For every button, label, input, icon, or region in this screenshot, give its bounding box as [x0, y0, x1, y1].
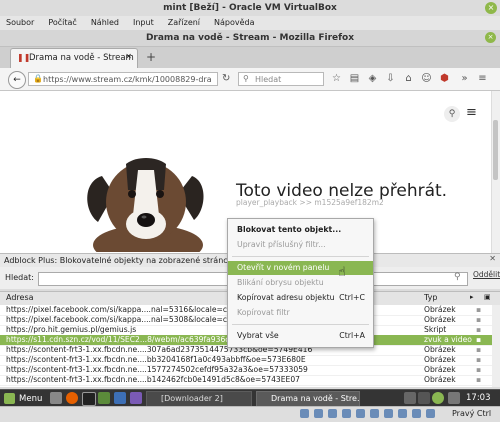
vbox-menu-devices[interactable]: Zařízení — [168, 16, 200, 30]
vbox-menu-machine[interactable]: Počítač — [48, 16, 77, 30]
context-menu: Blokovat tento objekt... Upravit přísluš… — [227, 218, 374, 348]
terminal-launcher-icon[interactable] — [82, 392, 96, 406]
overflow-icon[interactable]: » — [458, 72, 471, 86]
taskbar-window-firefox[interactable]: Drama na vodě - Stre... — [256, 391, 360, 407]
search-placeholder: Hledat — [255, 75, 282, 84]
tray-icon[interactable] — [404, 392, 416, 404]
video-capture-icon[interactable] — [384, 409, 393, 418]
taskbar-window-downloader[interactable]: [Downloader 2] — [146, 391, 252, 407]
vbox-menubar: Soubor Počítač Náhled Input Zařízení Náp… — [0, 16, 500, 30]
hamburger-menu-icon[interactable]: ≡ — [476, 72, 489, 86]
menu-item-block-object[interactable]: Blokovat tento objekt... — [228, 223, 373, 237]
menu-item-flash-outline[interactable]: Blikání obrysu objektu — [228, 276, 373, 290]
shared-folder-icon[interactable] — [342, 409, 351, 418]
show-desktop-icon[interactable] — [50, 392, 62, 404]
hdd-status-icon[interactable] — [300, 409, 309, 418]
tab-active[interactable]: ❚❚ Drama na vodě - Stream ✕ — [10, 48, 138, 68]
menu-separator — [232, 324, 369, 325]
dog-illustration — [87, 158, 204, 252]
column-header-type[interactable]: Typ — [424, 293, 437, 302]
lock-icon: 🔒 — [33, 74, 43, 83]
video-error-code: player_playback >> m1525a9ef182m2 — [236, 198, 384, 207]
table-row[interactable]: https://scontent-frt3-1.xx.fbcdn.ne....b… — [0, 375, 492, 386]
menu-item-copy-filter[interactable]: Kopírovat filtr — [228, 306, 373, 320]
back-arrow-icon[interactable]: ← — [8, 71, 26, 89]
reload-icon[interactable]: ↻ — [222, 73, 230, 84]
mint-menu-icon[interactable] — [4, 393, 15, 404]
vbox-menu-view[interactable]: Náhled — [91, 16, 119, 30]
display-status-icon[interactable] — [356, 409, 365, 418]
adblock-close-icon[interactable]: ✕ — [489, 254, 496, 263]
shield-icon[interactable]: ◈ — [366, 72, 379, 86]
chat-icon[interactable]: ☺ — [420, 72, 433, 86]
column-sort-icon[interactable]: ▸ — [470, 293, 474, 301]
update-icon[interactable] — [432, 392, 444, 404]
firefox-close-icon[interactable]: × — [485, 32, 496, 43]
shortcut-copy: Ctrl+C — [339, 293, 365, 302]
shortcut-select-all: Ctrl+A — [339, 331, 365, 340]
usb-status-icon[interactable] — [328, 409, 337, 418]
tab-close-icon[interactable]: ✕ — [125, 52, 132, 61]
host-key-label: Pravý Ctrl — [452, 409, 492, 418]
adblock-icon[interactable]: ⬢ — [438, 72, 451, 86]
vbox-menu-input[interactable]: Input — [133, 16, 154, 30]
menu-item-edit-filter[interactable]: Upravit příslušný filtr... — [228, 238, 373, 252]
search-input[interactable]: ⚲ Hledat — [238, 72, 324, 86]
reading-list-icon[interactable]: ▤ — [348, 72, 361, 86]
page-search-icon[interactable]: ⚲ — [444, 106, 460, 122]
detach-link[interactable]: Oddělit — [473, 270, 500, 279]
menu-item-open-new-tab[interactable]: Otevřít v novém panelu — [228, 261, 373, 275]
filter-search-icon[interactable]: ⚲ — [454, 272, 461, 282]
url-text: https://www.stream.cz/kmk/10008829-dra — [43, 75, 212, 84]
vbox-menu-file[interactable]: Soubor — [6, 16, 34, 30]
vbox-close-icon[interactable]: × — [485, 2, 497, 14]
tab-title: Drama na vodě - Stream — [29, 53, 134, 63]
star-icon[interactable]: ☆ — [330, 72, 343, 86]
search-icon: ⚲ — [243, 74, 249, 83]
mouse-integration-icon[interactable] — [412, 409, 421, 418]
home-icon[interactable]: ⌂ — [402, 72, 415, 86]
column-picker-icon[interactable]: ▣ — [484, 293, 491, 301]
column-header-address[interactable]: Adresa — [6, 293, 34, 302]
network-status-icon[interactable] — [370, 409, 379, 418]
vbox-menu-help[interactable]: Nápověda — [214, 16, 255, 30]
new-tab-plus-icon[interactable]: + — [146, 50, 156, 64]
app-launcher-icon[interactable] — [114, 392, 126, 404]
filter-label: Hledat: — [5, 273, 34, 282]
download-icon[interactable]: ⇩ — [384, 72, 397, 86]
table-scrollbar[interactable] — [492, 305, 500, 387]
files-launcher-icon[interactable] — [98, 392, 110, 404]
menu-button-label[interactable]: Menu — [19, 393, 42, 405]
page-scrollbar-thumb[interactable] — [493, 120, 498, 180]
firefox-launcher-icon[interactable] — [66, 392, 78, 404]
menu-item-copy-address[interactable]: Kopírovat adresu objektu Ctrl+C — [228, 291, 373, 305]
pause-favicon-icon: ❚❚ — [17, 53, 31, 62]
menu-item-select-all[interactable]: Vybrat vše Ctrl+A — [228, 329, 373, 343]
app-launcher-icon[interactable] — [130, 392, 142, 404]
menu-separator — [232, 256, 369, 257]
clock[interactable]: 17:03 — [466, 393, 491, 403]
page-menu-icon[interactable]: ≡ — [466, 106, 477, 120]
cpu-status-icon[interactable] — [398, 409, 407, 418]
cd-status-icon[interactable] — [314, 409, 323, 418]
url-bar[interactable]: 🔒 https://www.stream.cz/kmk/10008829-dra — [28, 72, 218, 86]
vbox-status-bar — [0, 406, 500, 422]
mouse-cursor-icon: ☝ — [338, 265, 346, 280]
volume-icon[interactable] — [448, 392, 460, 404]
tray-icon[interactable] — [418, 392, 430, 404]
keyboard-capture-icon[interactable] — [426, 409, 435, 418]
vbox-window-title: mint [Beží] - Oracle VM VirtualBox — [0, 0, 500, 16]
firefox-window-title: Drama na vodě - Stream - Mozilla Firefox — [0, 30, 500, 47]
